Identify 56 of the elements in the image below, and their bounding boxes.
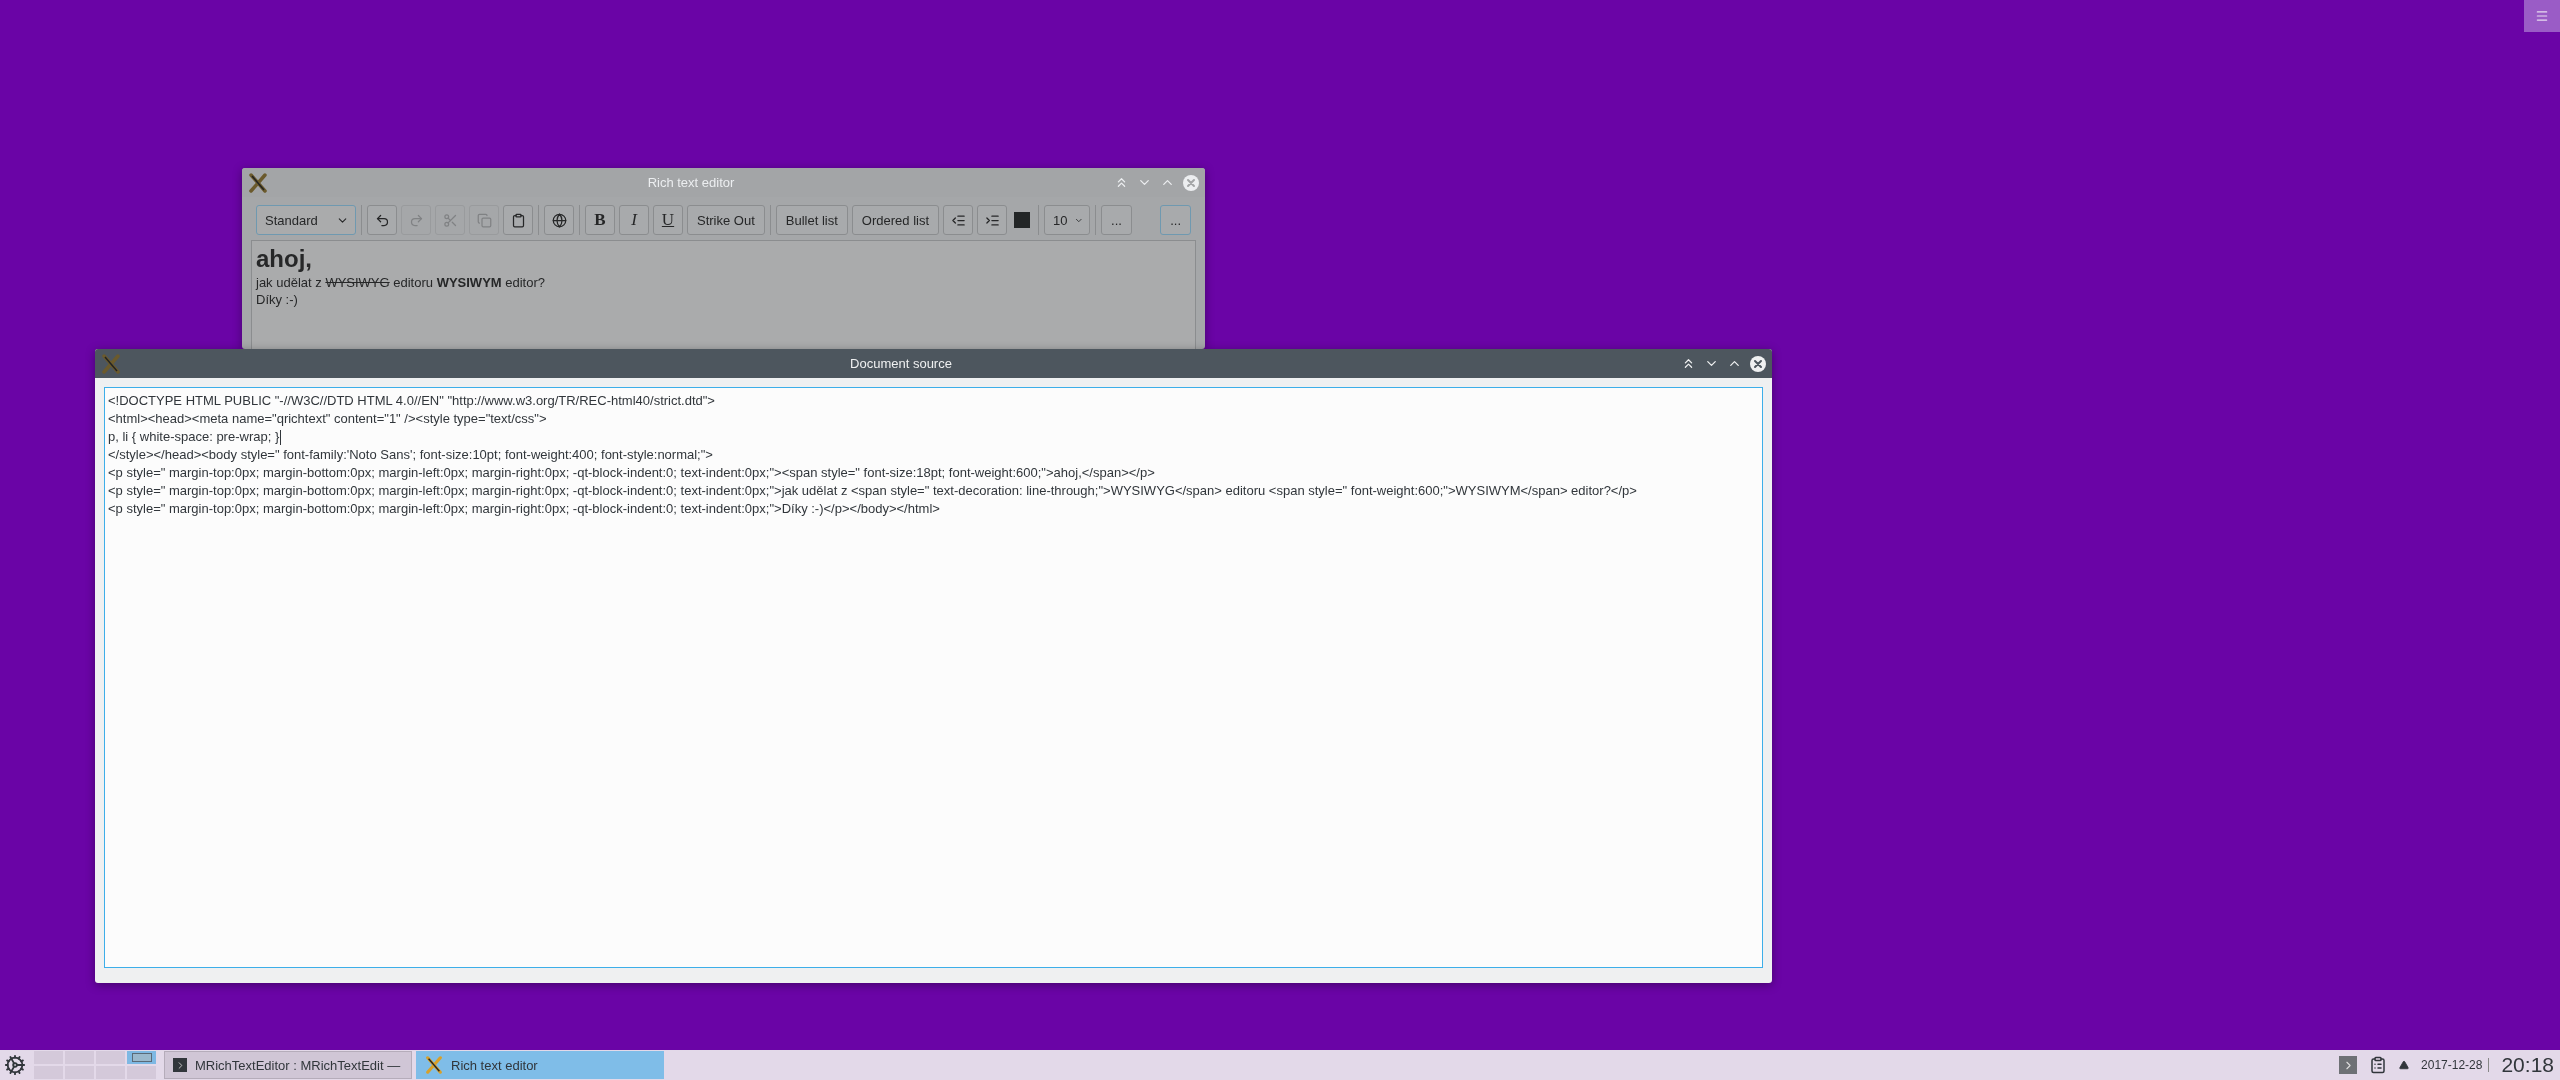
source-text-area[interactable] [104, 387, 1763, 968]
copy-icon [476, 212, 492, 228]
source-line: <!DOCTYPE HTML PUBLIC "-//W3C//DTD HTML 4.0//EN" "http://www.w3.org/TR/REC-html40/strict.dtd"> [108, 392, 715, 410]
window-title: Document source [849, 356, 953, 371]
close-icon[interactable] [1750, 355, 1766, 372]
expand-icon[interactable] [2339, 1056, 2358, 1074]
date: 2017-12-28 [2421, 1058, 2490, 1072]
crossed-strokes-icon [425, 1056, 443, 1074]
paragraph: Díky :-) [256, 291, 298, 308]
toolbar-button[interactable]: Strike Out [687, 205, 765, 235]
italic-button[interactable]: I [619, 205, 649, 235]
undo-button[interactable] [367, 205, 397, 235]
undo-icon [374, 212, 390, 228]
outdent-icon [950, 212, 966, 228]
source-line: <html><head><meta name="qrichtext" content="1" /><style type="text/css"> [108, 410, 547, 428]
toolbar-button[interactable]: Ordered list [851, 205, 940, 235]
menu-icon [2535, 9, 2549, 23]
cut-icon [442, 212, 458, 228]
globe-icon [551, 212, 567, 228]
source-line: p, li { white-space: pre-wrap; } [108, 428, 280, 446]
desktop-toolbox-button[interactable] [2524, 0, 2560, 32]
paste-icon [510, 212, 526, 228]
dropdown[interactable]: 10 [1044, 205, 1091, 235]
clock[interactable]: 20:18 [2501, 1053, 2556, 1077]
bold-button[interactable]: B [585, 205, 615, 235]
color-swatch[interactable] [1014, 212, 1031, 228]
virtual-desktop[interactable] [127, 1051, 156, 1064]
task-button[interactable]: Rich text editor [416, 1051, 664, 1079]
gear-icon[interactable] [4, 1054, 26, 1076]
globe-button[interactable] [544, 205, 574, 235]
paste-button[interactable] [503, 205, 533, 235]
text-editor[interactable]: ahoj, jak udělat z WYSIWYG editoru WYSIWYM editor? Díky :-) [251, 240, 1196, 349]
task-label: MRichTextEditor : MRichTextEdit — [195, 1057, 401, 1073]
terminal-icon [173, 1058, 187, 1072]
dropdown[interactable]: Standard [256, 205, 356, 235]
toolbar-button[interactable]: ... [1101, 205, 1132, 235]
toolbar-button[interactable]: ... [1160, 205, 1191, 235]
source-line: <p style=" margin-top:0px; margin-bottom:0px; margin-left:0px; margin-right:0px; -qt-block-indent:0; text-indent:0px;">jak udělat z <span style=" text-decoration: line-through;">WYSIWYG</span> editoru <span style=" font-weight:600;">WYSIWYM</span> editor?</p> [108, 482, 1637, 500]
source-line: <p style=" margin-top:0px; margin-bottom:0px; margin-left:0px; margin-right:0px; -qt-block-indent:0; text-indent:0px;"><span style=" font-size:18pt; font-weight:600;">ahoj,</span></p> [108, 464, 1155, 482]
outdent-button[interactable] [943, 205, 974, 235]
tray-arrow-icon[interactable] [2399, 1060, 2410, 1070]
toolbar-button[interactable]: Bullet list [775, 205, 848, 235]
crossed-strokes-icon[interactable] [248, 172, 268, 193]
indent-button[interactable] [977, 205, 1008, 235]
redo-icon [408, 212, 424, 228]
indent-icon [984, 212, 1000, 228]
task-label: Rich text editor [451, 1057, 538, 1073]
paragraph: jak udělat z WYSIWYG editoru WYSIWYM editor? [256, 274, 545, 291]
source-line: </style></head><body style=" font-family:'Noto Sans'; font-size:10pt; font-weight:400; font-style:normal;"> [108, 446, 713, 464]
heading: ahoj, [256, 244, 313, 274]
clipboard-icon[interactable] [2369, 1056, 2388, 1074]
window-outline-icon [131, 1053, 152, 1062]
task-button[interactable]: MRichTextEditor : MRichTextEdit — [164, 1051, 412, 1079]
window-title: Rich text editor [646, 175, 736, 190]
source-line: <p style=" margin-top:0px; margin-bottom:0px; margin-left:0px; margin-right:0px; -qt-block-indent:0; text-indent:0px;">Díky :-)</p></body></html> [108, 500, 940, 518]
underline-button[interactable]: U [653, 205, 683, 235]
